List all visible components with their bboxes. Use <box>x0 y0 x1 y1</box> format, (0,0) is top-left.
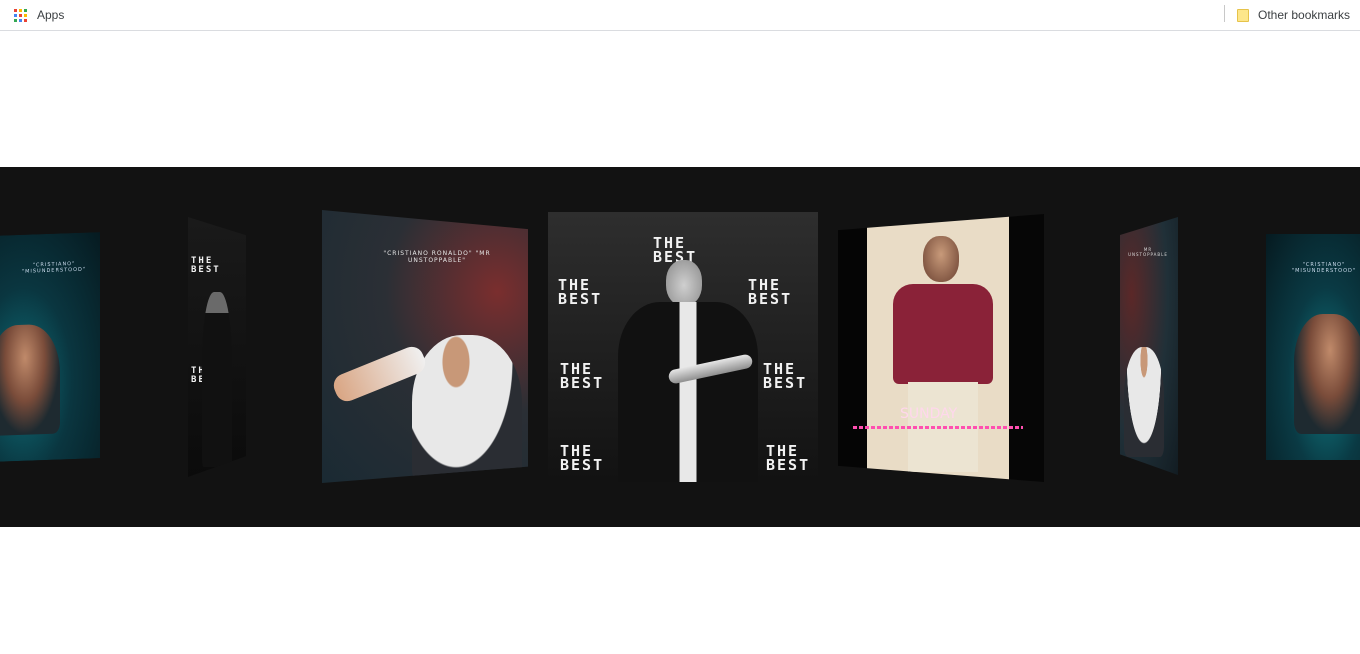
backdrop-logo: THE BEST <box>560 360 605 392</box>
figure-suit <box>202 292 232 467</box>
carousel-slide-left-1[interactable]: "CRISTIANO RONALDO" "MR UNSTOPPABLE" <box>322 210 528 483</box>
figure-suit <box>618 302 758 482</box>
player-figure <box>1124 347 1164 457</box>
story-underline <box>853 426 1023 429</box>
backdrop-logo: THE BEST <box>558 276 603 308</box>
head <box>923 236 959 282</box>
story-sticker: SUNDAY <box>900 406 958 422</box>
bookmarks-bar: Apps Other bookmarks <box>0 0 1360 31</box>
bookmarks-separator <box>1224 5 1225 22</box>
other-bookmarks-label: Other bookmarks <box>1258 8 1351 22</box>
vest-figure <box>893 284 993 384</box>
portrait-figure <box>0 323 60 435</box>
backdrop-logo: THE BEST <box>191 256 221 275</box>
backdrop-logo: THE BEST <box>748 276 793 308</box>
portrait-figure <box>1294 314 1360 434</box>
poster-caption: MR UNSTOPPABLE <box>1128 247 1168 257</box>
folder-icon <box>1237 8 1249 22</box>
apps-grid-icon <box>14 8 27 22</box>
carousel-slide-right-1[interactable]: SUNDAY <box>838 214 1044 482</box>
player-figure <box>412 335 522 483</box>
carousel-3d: "CRISTIANO" "MISUNDERSTOOD" THE BEST THE… <box>0 167 1360 527</box>
backdrop-logo: THE BEST <box>766 442 811 474</box>
carousel-slide-far-left[interactable]: "CRISTIANO" "MISUNDERSTOOD" <box>0 232 100 462</box>
other-bookmarks-button[interactable]: Other bookmarks <box>1237 5 1350 25</box>
carousel-slide-center[interactable]: THE BEST THE BEST THE BEST THE BEST THE … <box>548 212 818 482</box>
backdrop-logo: THE BEST <box>763 360 808 392</box>
apps-bookmark[interactable]: Apps <box>14 5 64 25</box>
backdrop-logo: THE BEST <box>560 442 605 474</box>
carousel-slide-right-2[interactable]: MR UNSTOPPABLE <box>1120 217 1178 475</box>
head <box>666 260 702 306</box>
apps-label: Apps <box>37 8 65 22</box>
poster-caption: "CRISTIANO" "MISUNDERSTOOD" <box>1291 262 1357 274</box>
poster-caption: "CRISTIANO RONALDO" "MR UNSTOPPABLE" <box>383 250 491 264</box>
backdrop-logo: THE BEST <box>653 234 698 266</box>
carousel-slide-far-right[interactable]: "CRISTIANO" "MISUNDERSTOOD" <box>1266 234 1360 460</box>
carousel-slide-left-2[interactable]: THE BEST THE BEST <box>188 217 246 477</box>
